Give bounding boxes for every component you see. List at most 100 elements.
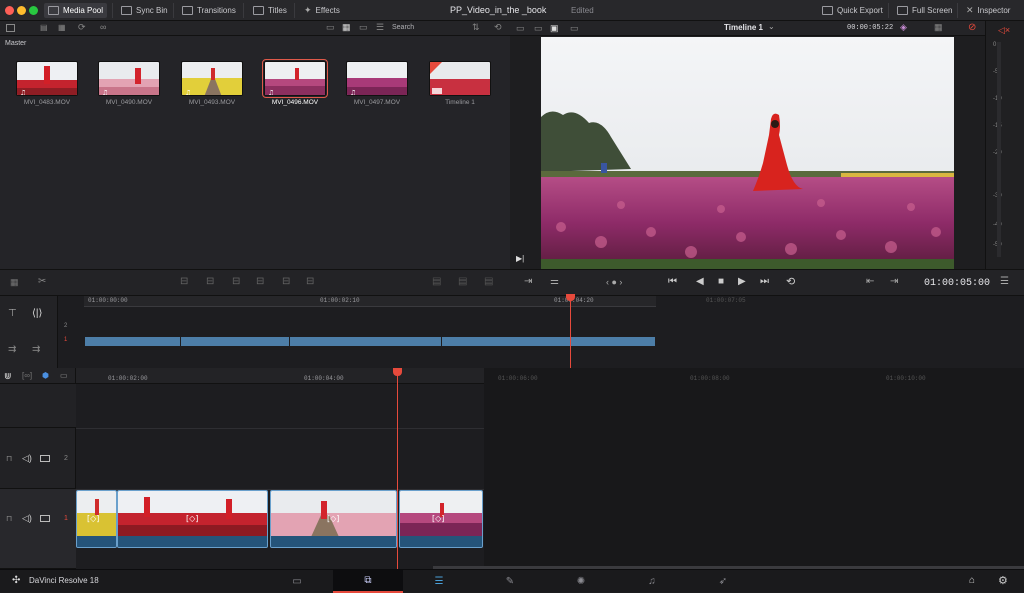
media-clip[interactable]: ♫ MVI_0493.MOV	[181, 61, 243, 106]
source-overwrite-icon[interactable]: ⊟	[306, 276, 314, 287]
timeline-view-icon[interactable]: ⇥	[524, 276, 532, 287]
settings-icon[interactable]: ⟲	[494, 22, 502, 33]
sidebar-toggle-icon[interactable]	[6, 24, 15, 32]
bypass-icon[interactable]: ⊘	[968, 22, 976, 33]
search-field[interactable]: Search	[392, 24, 414, 31]
list-view-icon[interactable]: ☰	[376, 22, 384, 33]
snapping-icon[interactable]: ⋓	[4, 371, 12, 382]
ripple-overwrite-icon[interactable]: ⊟	[232, 276, 240, 287]
transitions-button[interactable]: Transitions	[178, 3, 240, 18]
marker-icon[interactable]: ⬢	[42, 371, 49, 380]
media-clip[interactable]: ♫ MVI_0483.MOV	[16, 61, 78, 106]
ripple-mode-icon[interactable]: ⟨|⟩	[32, 308, 42, 319]
prev-edit-icon[interactable]: ⇤	[866, 276, 874, 287]
go-to-end-icon[interactable]: ⏭	[760, 276, 769, 287]
flag-icon[interactable]: ▭	[60, 371, 68, 380]
trim-mode-icon[interactable]: ⊤	[8, 308, 17, 319]
timeline-selector[interactable]: Timeline 1	[724, 23, 763, 32]
edit-mode-icon[interactable]: ▦	[10, 277, 19, 288]
blade-icon[interactable]: ✂	[38, 276, 46, 287]
color-icon[interactable]: ◈	[900, 22, 907, 33]
timeline-clip[interactable]: [◇]	[76, 490, 117, 548]
media-clip[interactable]: ♫ MVI_0497.MOV	[346, 61, 408, 106]
jog-control-icon[interactable]: ‹ ● ›	[606, 277, 622, 287]
append-icon[interactable]: ⊟	[206, 276, 214, 287]
color-page-tab[interactable]: ✺	[546, 570, 616, 593]
edit-page-tab[interactable]: ☰	[404, 570, 474, 593]
reverse-play-icon[interactable]: ◀	[696, 276, 704, 287]
full-screen-button[interactable]: Full Screen	[893, 3, 956, 18]
viewer-mode-icon[interactable]: ▭	[516, 23, 525, 34]
cut-page-tab[interactable]: ⧉	[333, 570, 403, 593]
titles-button[interactable]: Titles	[249, 3, 291, 18]
lock-icon[interactable]: ⊓	[6, 514, 12, 523]
media-clip[interactable]: ♫ MVI_0496.MOV	[262, 59, 328, 106]
mute-icon[interactable]: ◁×	[998, 25, 1010, 36]
viewer-menu-icon[interactable]: ☰	[1000, 276, 1009, 287]
minimize-window-button[interactable]	[17, 6, 26, 15]
thumbnail-view-icon[interactable]: ▦	[342, 22, 351, 33]
go-to-start-icon[interactable]: ⏮	[668, 276, 677, 287]
lock-icon[interactable]: ⊓	[6, 454, 12, 463]
overview-clip[interactable]	[181, 337, 290, 346]
close-window-button[interactable]	[5, 6, 14, 15]
playhead-marker-icon[interactable]	[566, 294, 575, 301]
video-enable-icon[interactable]	[40, 455, 50, 462]
import-icon[interactable]: ▤	[40, 23, 48, 32]
trim-icon[interactable]: ▤	[432, 276, 441, 287]
inspector-button[interactable]: ✕ Inspector	[962, 3, 1014, 18]
fusion-page-tab[interactable]: ✎	[475, 570, 545, 593]
timeline-empty-area[interactable]: 01:00:06:00 01:00:08:00 01:00:10:00	[484, 368, 1024, 569]
timeline-clip[interactable]: [◇]	[399, 490, 483, 548]
new-bin-icon[interactable]: ▦	[58, 23, 66, 32]
strip-view-icon[interactable]: ▭	[359, 22, 368, 33]
smart-insert-icon[interactable]: ⊟	[180, 276, 188, 287]
loop-icon[interactable]: ⟲	[786, 275, 795, 288]
meter-label: 0	[993, 42, 997, 48]
video-enable-icon[interactable]	[40, 515, 50, 522]
overwrite-icon[interactable]: ⇉	[32, 344, 40, 355]
audio-icon[interactable]: ◁)	[22, 453, 32, 464]
close-up-icon[interactable]: ⊟	[256, 276, 264, 287]
next-edit-icon[interactable]: ⇥	[890, 276, 898, 287]
chevron-down-icon[interactable]: ⌄	[768, 22, 775, 31]
quick-export-button[interactable]: Quick Export	[818, 3, 887, 18]
dynamic-zoom-icon[interactable]: ▤	[458, 276, 467, 287]
effects-button[interactable]: ✦ Effects	[300, 3, 344, 18]
source-viewer-icon[interactable]: ▣	[550, 23, 559, 34]
play-icon[interactable]: ▶	[738, 276, 746, 287]
gear-icon[interactable]: ⚙	[998, 574, 1008, 587]
viewer-zoom-icon[interactable]: ▭	[570, 23, 579, 34]
refresh-icon[interactable]: ⟳	[78, 22, 86, 33]
zoom-window-button[interactable]	[29, 6, 38, 15]
insert-icon[interactable]: ⇉	[8, 344, 16, 355]
transform-tool-icon[interactable]: ▤	[484, 276, 493, 287]
media-pool-button[interactable]: Media Pool	[44, 3, 108, 18]
clip-options-icon[interactable]: ⚌	[550, 276, 559, 287]
playhead-marker-icon[interactable]	[393, 368, 402, 376]
overview-clip[interactable]	[442, 337, 656, 346]
timeline-clip[interactable]: [◇]	[270, 490, 397, 548]
media-page-tab[interactable]: ▭	[262, 570, 332, 593]
stop-icon[interactable]: ■	[718, 276, 724, 287]
single-viewer-icon[interactable]: ▭	[534, 23, 543, 34]
overview-clip[interactable]	[85, 337, 181, 346]
overview-clip[interactable]	[290, 337, 442, 346]
metadata-view-icon[interactable]: ▭	[326, 22, 335, 33]
deliver-page-tab[interactable]: ➶	[688, 570, 758, 593]
play-audio-icon[interactable]: ▶|	[516, 254, 524, 263]
timeline-item[interactable]: Timeline 1	[429, 61, 491, 106]
sort-icon[interactable]: ⇅	[472, 22, 480, 33]
timeline-playhead[interactable]	[397, 368, 398, 569]
fairlight-page-tab[interactable]: ♫	[617, 570, 687, 593]
audio-icon[interactable]: ◁)	[22, 513, 32, 524]
timeline-clip[interactable]: [◇]	[117, 490, 268, 548]
overview-playhead[interactable]	[570, 296, 571, 368]
transform-icon[interactable]: ▦	[934, 22, 943, 33]
place-on-top-icon[interactable]: ⊟	[282, 276, 290, 287]
home-icon[interactable]: ⌂	[969, 575, 975, 586]
link-icon[interactable]: ∞	[100, 22, 106, 32]
media-clip[interactable]: ♫ MVI_0490.MOV	[98, 61, 160, 106]
linked-selection-icon[interactable]: [∞]	[22, 371, 32, 380]
sync-bin-button[interactable]: Sync Bin	[117, 3, 172, 18]
